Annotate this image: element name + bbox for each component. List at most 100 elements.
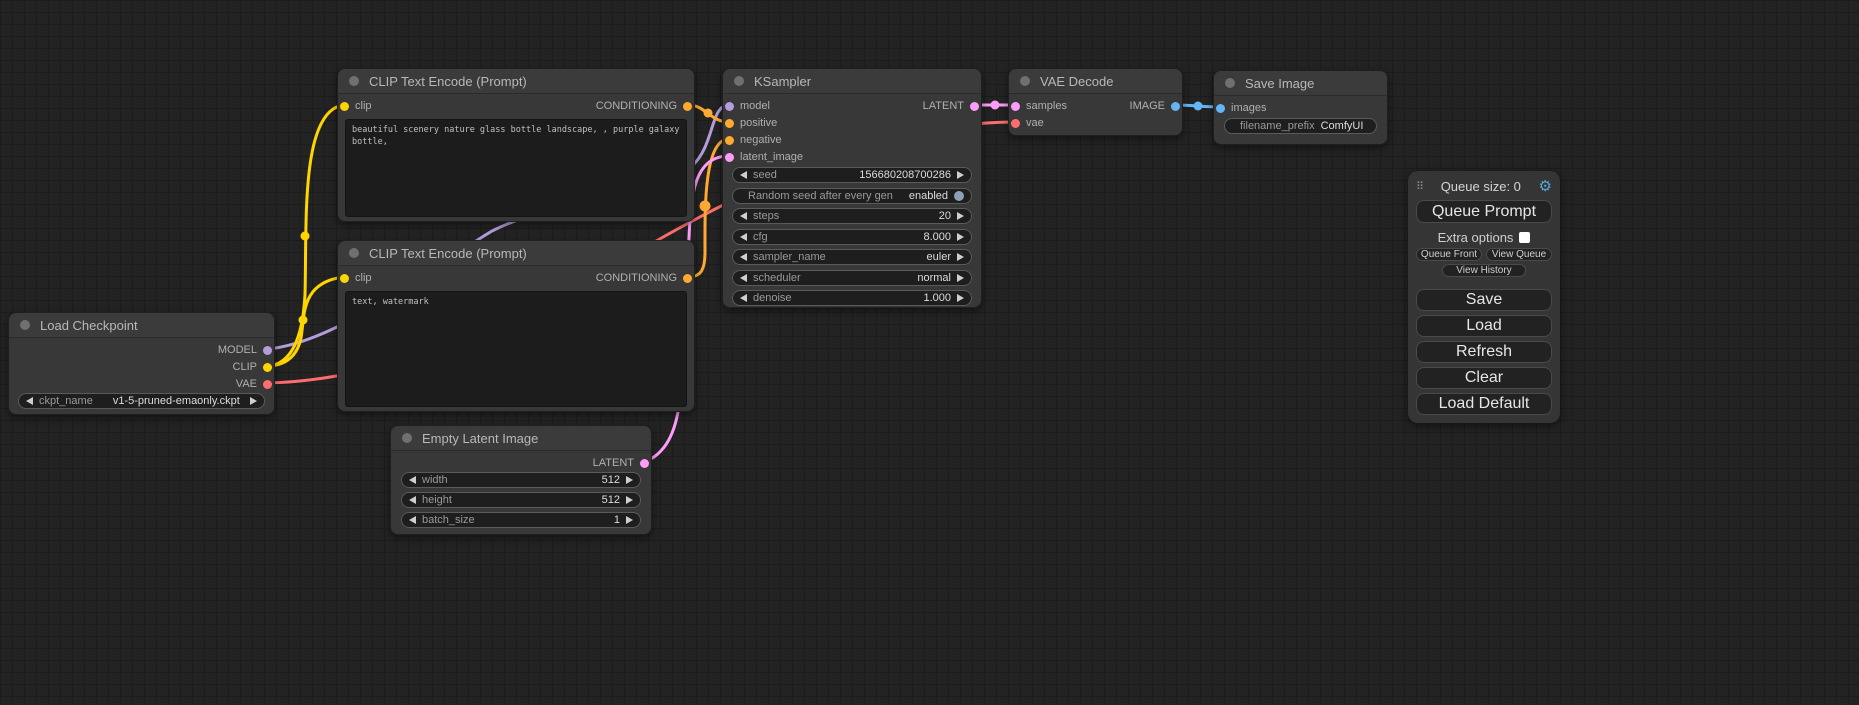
vae-input-slot[interactable]: vae <box>1011 116 1044 130</box>
model-output-dot[interactable] <box>263 346 272 355</box>
increment-arrow-icon[interactable] <box>250 397 257 405</box>
latent-output-dot[interactable] <box>640 459 649 468</box>
height-widget[interactable]: height 512 <box>401 492 641 508</box>
denoise-widget[interactable]: denoise 1.000 <box>732 290 972 306</box>
toggle-dot-icon[interactable] <box>954 191 964 201</box>
scheduler-widget[interactable]: scheduler normal <box>732 270 972 286</box>
batch-size-widget[interactable]: batch_size 1 <box>401 512 641 528</box>
steps-widget[interactable]: steps 20 <box>732 208 972 224</box>
node-header[interactable]: Save Image <box>1214 71 1387 96</box>
clip-output-slot[interactable]: CLIP <box>233 360 272 374</box>
decrement-arrow-icon[interactable] <box>740 274 747 282</box>
gear-icon[interactable]: ⚙ <box>1539 179 1552 194</box>
latent-output-slot[interactable]: LATENT <box>593 456 649 470</box>
decrement-arrow-icon[interactable] <box>740 171 747 179</box>
node-header[interactable]: VAE Decode <box>1009 69 1182 94</box>
random-seed-toggle[interactable]: Random seed after every gen enabled <box>732 188 972 204</box>
prompt-textarea[interactable]: text, watermark <box>345 291 687 407</box>
collapse-dot-icon[interactable] <box>734 76 744 86</box>
images-input-dot[interactable] <box>1216 104 1225 113</box>
model-input-dot[interactable] <box>725 102 734 111</box>
clip-input-slot[interactable]: clip <box>340 271 372 285</box>
collapse-dot-icon[interactable] <box>1225 78 1235 88</box>
samples-input-dot[interactable] <box>1011 102 1020 111</box>
image-output-dot[interactable] <box>1171 102 1180 111</box>
vae-input-dot[interactable] <box>1011 119 1020 128</box>
latent-output-slot[interactable]: LATENT <box>923 99 979 113</box>
decrement-arrow-icon[interactable] <box>409 516 416 524</box>
increment-arrow-icon[interactable] <box>957 171 964 179</box>
node-load-checkpoint[interactable]: Load Checkpoint MODEL CLIP VAE ckpt_name… <box>8 312 275 415</box>
clip-input-slot[interactable]: clip <box>340 99 372 113</box>
collapse-dot-icon[interactable] <box>402 433 412 443</box>
vae-output-dot[interactable] <box>263 380 272 389</box>
view-queue-button[interactable]: View Queue <box>1486 248 1552 261</box>
vae-output-slot[interactable]: VAE <box>236 377 272 391</box>
view-history-button[interactable]: View History <box>1442 264 1526 277</box>
collapse-dot-icon[interactable] <box>349 76 359 86</box>
node-clip-text-encode-negative[interactable]: CLIP Text Encode (Prompt) clip CONDITION… <box>337 240 695 412</box>
increment-arrow-icon[interactable] <box>626 516 633 524</box>
cfg-widget[interactable]: cfg 8.000 <box>732 229 972 245</box>
samples-input-slot[interactable]: samples <box>1011 99 1067 113</box>
load-default-button[interactable]: Load Default <box>1416 393 1552 415</box>
queue-prompt-button[interactable]: Queue Prompt <box>1416 200 1552 223</box>
node-header[interactable]: KSampler <box>723 69 981 94</box>
node-save-image[interactable]: Save Image images filename_prefix ComfyU… <box>1213 70 1388 145</box>
clip-input-dot[interactable] <box>340 102 349 111</box>
node-empty-latent-image[interactable]: Empty Latent Image LATENT width 512 heig… <box>390 425 652 535</box>
refresh-button[interactable]: Refresh <box>1416 341 1552 363</box>
width-widget[interactable]: width 512 <box>401 472 641 488</box>
increment-arrow-icon[interactable] <box>957 212 964 220</box>
decrement-arrow-icon[interactable] <box>409 476 416 484</box>
increment-arrow-icon[interactable] <box>957 274 964 282</box>
image-output-slot[interactable]: IMAGE <box>1130 99 1180 113</box>
seed-widget[interactable]: seed 156680208700286 <box>732 167 972 183</box>
drag-handle-icon[interactable]: ⠿ <box>1416 180 1423 193</box>
decrement-arrow-icon[interactable] <box>740 212 747 220</box>
ckpt-name-widget[interactable]: ckpt_name v1-5-pruned-emaonly.ckpt <box>18 393 265 409</box>
node-clip-text-encode-positive[interactable]: CLIP Text Encode (Prompt) clip CONDITION… <box>337 68 695 222</box>
decrement-arrow-icon[interactable] <box>409 496 416 504</box>
conditioning-output-dot[interactable] <box>683 102 692 111</box>
decrement-arrow-icon[interactable] <box>26 397 33 405</box>
increment-arrow-icon[interactable] <box>957 253 964 261</box>
negative-input-dot[interactable] <box>725 136 734 145</box>
clip-output-dot[interactable] <box>263 363 272 372</box>
conditioning-output-slot[interactable]: CONDITIONING <box>596 99 692 113</box>
node-graph-canvas[interactable]: CLIP Text Encode (Prompt) clip CONDITION… <box>0 0 1859 705</box>
increment-arrow-icon[interactable] <box>957 233 964 241</box>
node-vae-decode[interactable]: VAE Decode samples vae IMAGE <box>1008 68 1183 136</box>
filename-prefix-widget[interactable]: filename_prefix ComfyUI <box>1224 118 1377 134</box>
negative-input-slot[interactable]: negative <box>725 133 782 147</box>
collapse-dot-icon[interactable] <box>349 248 359 258</box>
decrement-arrow-icon[interactable] <box>740 233 747 241</box>
queue-front-button[interactable]: Queue Front <box>1416 248 1482 261</box>
conditioning-output-dot[interactable] <box>683 274 692 283</box>
clip-input-dot[interactable] <box>340 274 349 283</box>
extra-options-checkbox[interactable] <box>1519 232 1530 243</box>
model-input-slot[interactable]: model <box>725 99 770 113</box>
sampler-name-widget[interactable]: sampler_name euler <box>732 249 972 265</box>
node-ksampler[interactable]: KSampler model positive negative latent_… <box>722 68 982 308</box>
collapse-dot-icon[interactable] <box>20 320 30 330</box>
clear-button[interactable]: Clear <box>1416 367 1552 389</box>
prompt-textarea[interactable]: beautiful scenery nature glass bottle la… <box>345 119 687 217</box>
decrement-arrow-icon[interactable] <box>740 253 747 261</box>
images-input-slot[interactable]: images <box>1216 101 1266 115</box>
collapse-dot-icon[interactable] <box>1020 76 1030 86</box>
model-output-slot[interactable]: MODEL <box>218 343 272 357</box>
positive-input-slot[interactable]: positive <box>725 116 777 130</box>
decrement-arrow-icon[interactable] <box>740 294 747 302</box>
increment-arrow-icon[interactable] <box>626 476 633 484</box>
node-header[interactable]: CLIP Text Encode (Prompt) <box>338 241 694 266</box>
increment-arrow-icon[interactable] <box>626 496 633 504</box>
latent-output-dot[interactable] <box>970 102 979 111</box>
conditioning-output-slot[interactable]: CONDITIONING <box>596 271 692 285</box>
increment-arrow-icon[interactable] <box>957 294 964 302</box>
latent-image-input-dot[interactable] <box>725 153 734 162</box>
positive-input-dot[interactable] <box>725 119 734 128</box>
save-button[interactable]: Save <box>1416 289 1552 311</box>
load-button[interactable]: Load <box>1416 315 1552 337</box>
latent-image-input-slot[interactable]: latent_image <box>725 150 803 164</box>
